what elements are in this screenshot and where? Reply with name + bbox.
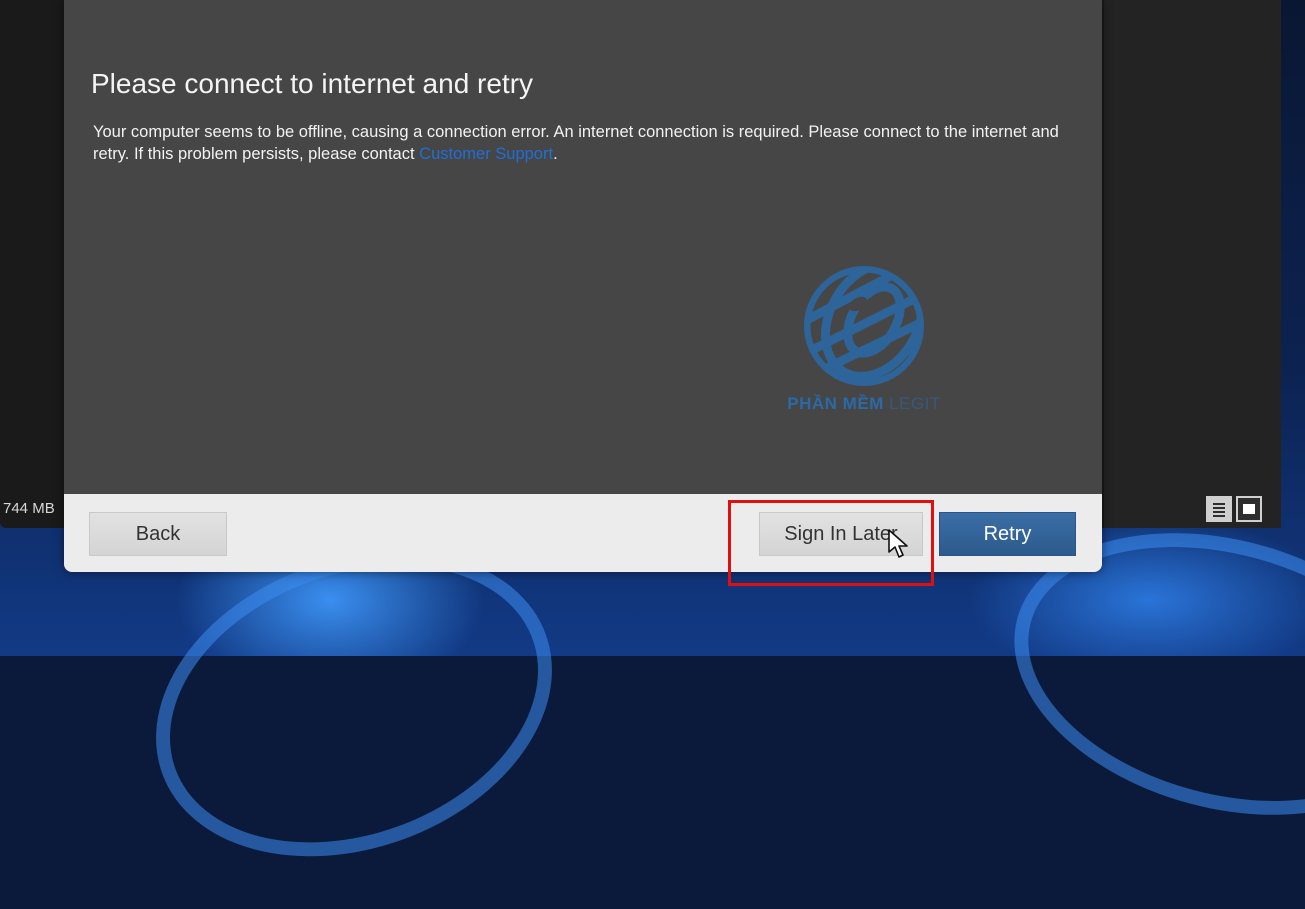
dialog-message: Your computer seems to be offline, causi… <box>93 121 1073 165</box>
watermark-text: PHẦN MỀM LEGIT <box>774 394 954 414</box>
tile-view-icon[interactable] <box>1236 496 1262 522</box>
background-window-right-panel <box>1104 0 1281 528</box>
globe-logo-icon <box>804 266 924 386</box>
watermark-text-bold: PHẦN MỀM <box>787 394 884 413</box>
back-button[interactable]: Back <box>89 512 227 556</box>
watermark: PHẦN MỀM LEGIT <box>774 264 954 414</box>
dialog-footer: Back Sign In Later Retry <box>64 494 1102 572</box>
memory-usage-label: 744 MB <box>3 500 55 517</box>
watermark-text-light: LEGIT <box>889 394 941 413</box>
dialog-message-text: Your computer seems to be offline, causi… <box>93 123 1059 163</box>
mouse-pointer-icon <box>887 528 909 564</box>
view-toggle-group <box>1206 496 1262 522</box>
connection-error-dialog: Please connect to internet and retry You… <box>64 0 1102 572</box>
customer-support-link[interactable]: Customer Support <box>419 145 553 163</box>
retry-button[interactable]: Retry <box>939 512 1076 556</box>
dialog-title: Please connect to internet and retry <box>91 68 534 99</box>
dialog-message-suffix: . <box>553 145 558 163</box>
list-view-icon[interactable] <box>1206 496 1232 522</box>
